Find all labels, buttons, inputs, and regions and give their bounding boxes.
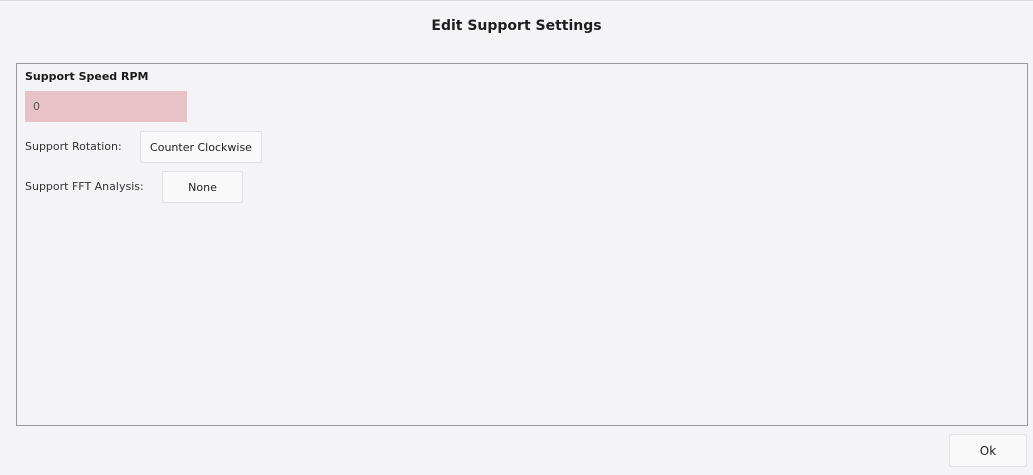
support-fft-analysis-label: Support FFT Analysis: [25, 180, 144, 193]
support-fft-analysis-button[interactable]: None [162, 171, 243, 203]
ok-button[interactable]: Ok [949, 434, 1027, 467]
support-settings-panel: Support Speed RPM Support Rotation: Coun… [16, 63, 1028, 426]
support-rotation-button[interactable]: Counter Clockwise [140, 131, 262, 163]
support-speed-label: Support Speed RPM [25, 70, 149, 83]
support-speed-rpm-input[interactable] [25, 91, 187, 122]
support-rotation-label: Support Rotation: [25, 140, 122, 153]
dialog-title: Edit Support Settings [431, 18, 602, 34]
edit-support-settings-dialog: Edit Support Settings Support Speed RPM … [0, 0, 1033, 475]
